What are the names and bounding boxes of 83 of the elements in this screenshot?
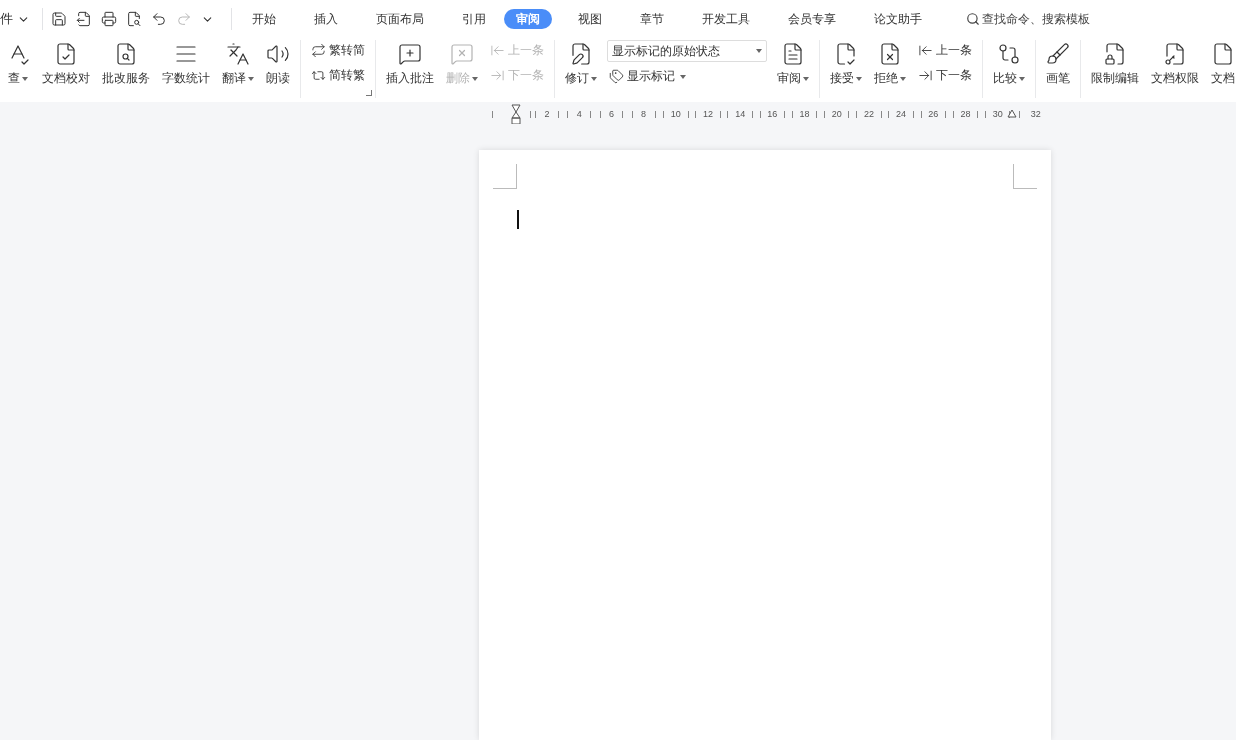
- comment-delete-icon: [450, 42, 474, 66]
- ribbon-button[interactable]: 下一条: [916, 65, 974, 86]
- document-lock-icon: [1103, 42, 1127, 66]
- ribbon-button[interactable]: 文档校对: [36, 40, 96, 98]
- search-field[interactable]: 查找命令、搜索模板: [966, 10, 1090, 28]
- text-cursor: [517, 210, 519, 229]
- save-icon[interactable]: [51, 11, 67, 27]
- ribbon-button[interactable]: 翻译: [216, 40, 260, 98]
- ruler-number: 18: [799, 109, 810, 119]
- ruler-number: 12: [702, 109, 713, 119]
- markup-icon: [609, 69, 624, 84]
- next-icon: [918, 68, 933, 83]
- ruler-number: 6: [608, 109, 614, 119]
- ribbon-button[interactable]: 字数统计: [156, 40, 216, 98]
- ribbon-button[interactable]: 接受: [824, 40, 868, 98]
- document-edit-icon: [569, 42, 593, 66]
- ribbon-button[interactable]: 简转繁: [309, 65, 367, 86]
- ribbon-tab[interactable]: 论文助手: [862, 9, 934, 29]
- next-icon: [490, 68, 505, 83]
- convert-icon: [311, 43, 326, 58]
- previous-icon: [918, 43, 933, 58]
- ribbon-button[interactable]: 审阅: [771, 40, 815, 98]
- translate-icon: [226, 42, 250, 66]
- print-icon[interactable]: [101, 11, 117, 27]
- document-search-icon: [114, 42, 138, 66]
- print-preview-icon[interactable]: [126, 11, 142, 27]
- ribbon-button[interactable]: 修订: [559, 40, 603, 98]
- ribbon-button[interactable]: 批改服务: [96, 40, 156, 98]
- ribbon-button[interactable]: 画笔: [1040, 40, 1076, 98]
- ruler-number: 8: [641, 109, 647, 119]
- ruler-number: 24: [896, 109, 907, 119]
- document-panel-icon: [781, 42, 805, 66]
- file-menu[interactable]: 件: [0, 10, 34, 28]
- ribbon-tab[interactable]: 插入: [302, 9, 350, 29]
- indent-marker-icon[interactable]: [511, 104, 521, 124]
- ribbon-tab[interactable]: 开始: [240, 9, 288, 29]
- ribbon-tab[interactable]: 开发工具: [690, 9, 762, 29]
- document-reject-icon: [878, 42, 902, 66]
- ribbon-button[interactable]: 比较: [987, 40, 1031, 98]
- ruler-number: 20: [831, 109, 842, 119]
- ribbon-button[interactable]: 限制编辑: [1085, 40, 1145, 98]
- compare-icon: [997, 42, 1021, 66]
- ribbon-button[interactable]: 上一条: [916, 40, 974, 61]
- caret-icon: [756, 49, 762, 53]
- brush-icon: [1046, 42, 1070, 66]
- margin-corner-mark: [1013, 164, 1037, 189]
- ribbon-button[interactable]: 插入批注: [380, 40, 440, 98]
- export-icon[interactable]: [76, 11, 92, 27]
- ruler-number: 30: [992, 109, 1003, 119]
- margin-corner-mark: [493, 164, 517, 189]
- ruler-number: 10: [670, 109, 681, 119]
- search-icon: [966, 12, 980, 26]
- speaker-icon: [266, 42, 290, 66]
- markup-dropdown[interactable]: 显示标记的原始状态: [607, 40, 767, 62]
- document-check-icon: [54, 42, 78, 66]
- ribbon-button[interactable]: 显示标记: [607, 66, 767, 87]
- ruler-number: 14: [735, 109, 746, 119]
- ribbon-tab[interactable]: 页面布局: [364, 9, 436, 29]
- ruler-number: 4: [576, 109, 582, 119]
- document-key-icon: [1163, 42, 1187, 66]
- ribbon-button[interactable]: 繁转简: [309, 40, 367, 61]
- previous-icon: [490, 43, 505, 58]
- ribbon-button[interactable]: 文档权限: [1145, 40, 1205, 98]
- ribbon-tab[interactable]: 章节: [628, 9, 676, 29]
- undo-icon[interactable]: [151, 11, 167, 27]
- convert-icon: [311, 68, 326, 83]
- ribbon-button[interactable]: 查: [0, 40, 36, 98]
- ribbon-tab[interactable]: 视图: [566, 9, 614, 29]
- ruler-number: 16: [767, 109, 778, 119]
- ribbon-button[interactable]: 文档: [1205, 40, 1236, 98]
- ruler-number: 32: [1030, 109, 1041, 119]
- dialog-launcher-icon[interactable]: [366, 90, 372, 96]
- ribbon-button[interactable]: 拒绝: [868, 40, 912, 98]
- ruler-number: 2: [544, 109, 550, 119]
- ruler-number: 28: [960, 109, 971, 119]
- ribbon-button[interactable]: 朗读: [260, 40, 296, 98]
- ribbon-tab[interactable]: 会员专享: [776, 9, 848, 29]
- document-icon: [1211, 42, 1235, 66]
- ribbon-tab[interactable]: 引用: [450, 9, 498, 29]
- comment-add-icon: [398, 42, 422, 66]
- ruler-number: 26: [928, 109, 939, 119]
- ruler-number: 22: [863, 109, 874, 119]
- document-check-icon: [834, 42, 858, 66]
